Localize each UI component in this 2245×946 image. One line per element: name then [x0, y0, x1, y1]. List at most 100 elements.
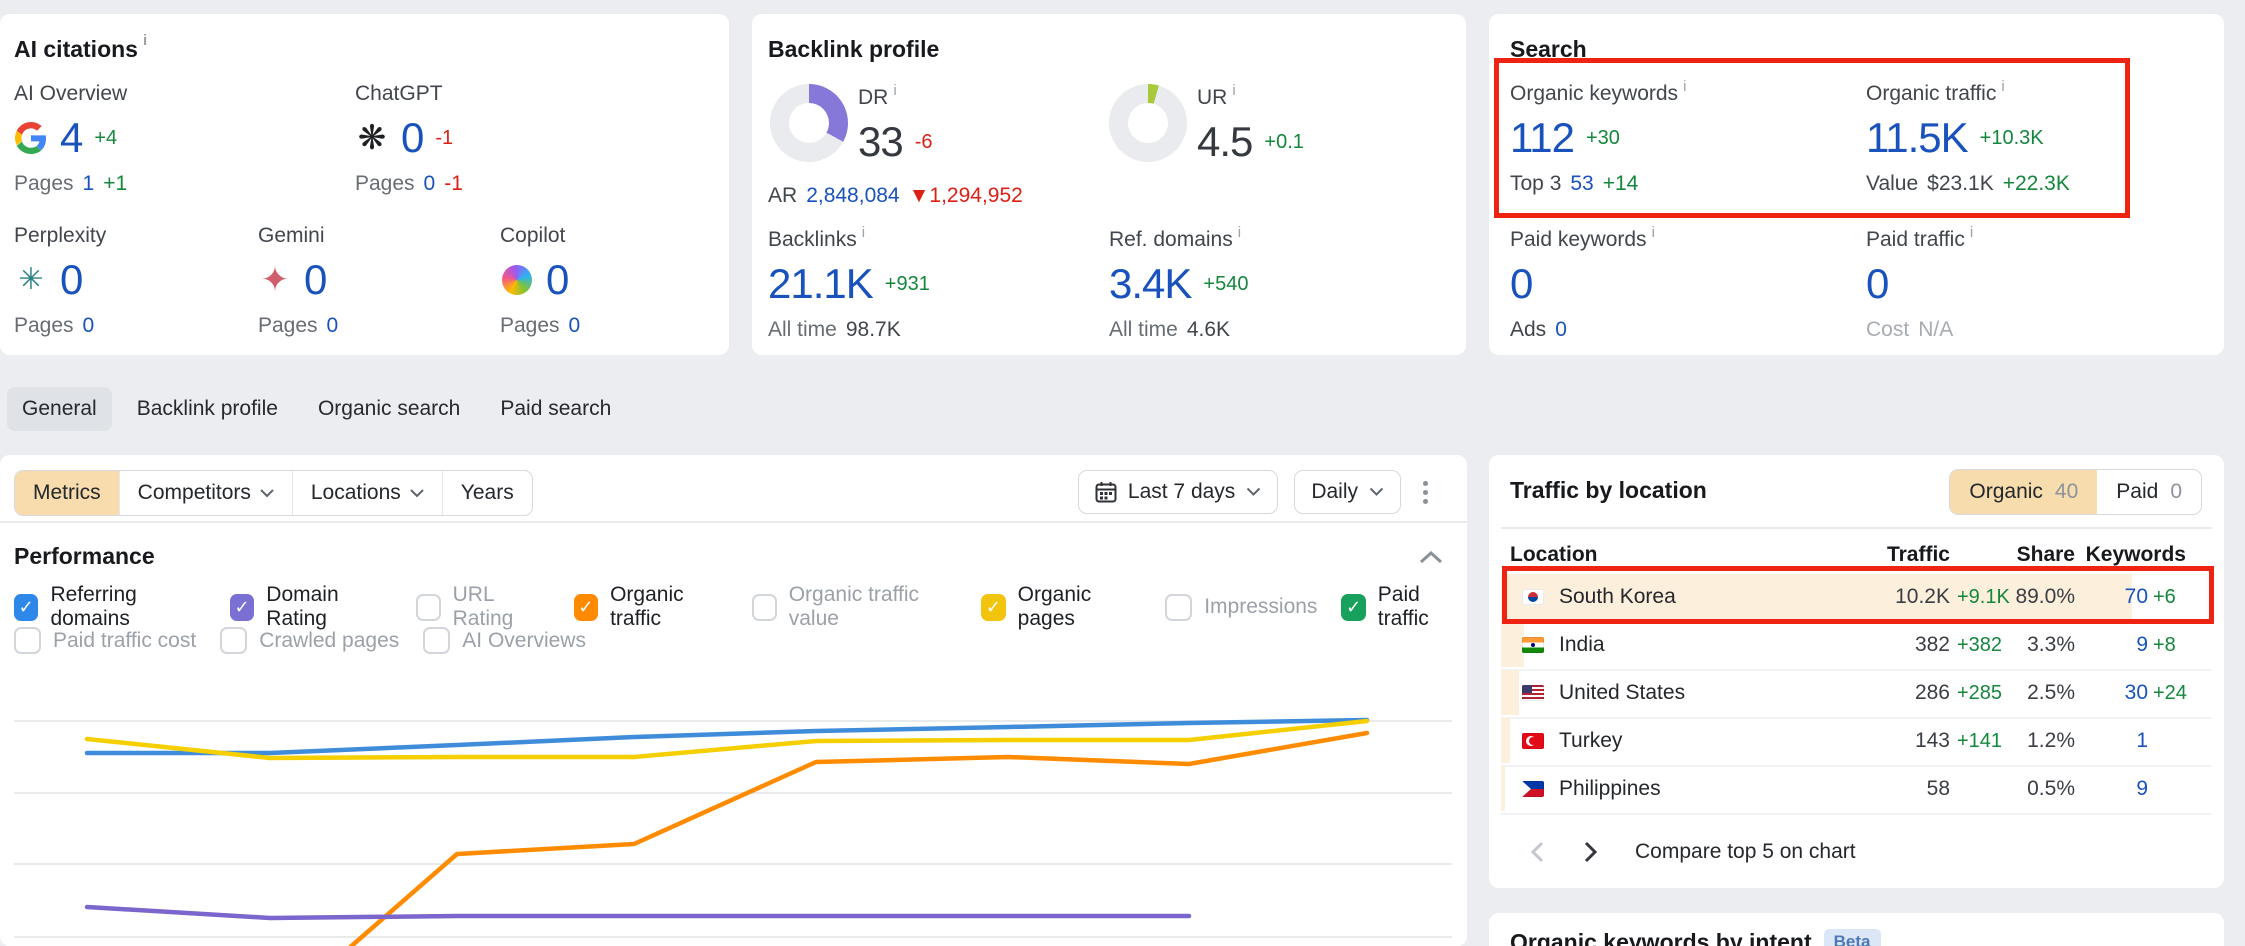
- checkbox-crawled-pages[interactable]: Crawled pages: [220, 627, 399, 654]
- performance-line-chart[interactable]: [0, 697, 1467, 946]
- granularity-button[interactable]: Daily: [1294, 470, 1401, 514]
- location-row-turkey[interactable]: Turkey 143 +141 1.2% 1: [1501, 717, 2212, 767]
- location-row-united-states[interactable]: United States 286 +285 2.5% 30 +24: [1501, 669, 2212, 719]
- info-icon: [1652, 224, 1655, 241]
- ar-delta: ▼1,294,952: [909, 184, 1023, 208]
- search-block-value[interactable]: 0: [1866, 260, 1888, 308]
- location-keywords[interactable]: 30: [2125, 669, 2148, 717]
- kebab-menu-icon[interactable]: [1417, 475, 1434, 510]
- filter-competitors-button[interactable]: Competitors: [119, 471, 292, 515]
- column-header-traffic: Traffic: [1887, 543, 1950, 567]
- backlink-profile-card: Backlink profile DR 33 -6 AR 2,848,084 ▼…: [752, 14, 1466, 355]
- location-row-india[interactable]: India 382 +382 3.3% 9 +8: [1501, 621, 2212, 671]
- checkbox-organic-traffic[interactable]: ✓ Organic traffic: [574, 583, 728, 631]
- column-header-keywords: Keywords: [2086, 543, 2186, 567]
- checkbox-url-rating[interactable]: URL Rating: [416, 583, 550, 631]
- beta-badge: Beta: [1824, 929, 1881, 946]
- metric-checkbox-row-2: Paid traffic cost Crawled pages AI Overv…: [14, 627, 586, 654]
- chatgpt-icon: ❋: [355, 121, 389, 155]
- tab-organic-search[interactable]: Organic search: [303, 387, 475, 431]
- chart-line-domain-rating: [87, 907, 1189, 918]
- location-keywords[interactable]: 9: [2136, 621, 2148, 669]
- search-block-label: Paid traffic: [1866, 228, 1973, 252]
- info-icon: [862, 224, 865, 241]
- prev-page-icon[interactable]: [1525, 838, 1553, 866]
- toggle-paid-button[interactable]: Paid 0: [2097, 470, 2201, 514]
- checkbox-referring-domains[interactable]: ✓ Referring domains: [14, 583, 206, 631]
- location-traffic-delta: +141: [1957, 717, 2002, 765]
- ai-citations-card: AI citations AI Overview 4+4 Pages1+1 Ch…: [0, 14, 729, 355]
- tab-general[interactable]: General: [7, 387, 112, 431]
- checkbox-box: [14, 627, 41, 654]
- ai-citation-gemini: Gemini ✦0 Pages0: [258, 224, 338, 338]
- filter-years-button[interactable]: Years: [442, 471, 532, 515]
- tab-backlink-profile[interactable]: Backlink profile: [122, 387, 293, 431]
- sub-value: Pages: [500, 314, 560, 338]
- ur-label: UR: [1197, 86, 1304, 110]
- search-block-delta: +30: [1586, 127, 1620, 150]
- ur-donut-chart: [1109, 84, 1187, 162]
- location-traffic-delta: +9.1K: [1957, 573, 2010, 621]
- checkbox-impressions[interactable]: Impressions: [1165, 594, 1317, 621]
- chevron-down-icon: [260, 489, 274, 498]
- checkbox-ai-overviews[interactable]: AI Overviews: [423, 627, 586, 654]
- location-keywords[interactable]: 1: [2136, 717, 2148, 765]
- flag-us-icon: [1522, 685, 1544, 701]
- search-block-paid-keywords: Paid keywords 0 Ads0: [1510, 228, 1655, 342]
- location-traffic-delta: +382: [1957, 621, 2002, 669]
- collapse-section-icon[interactable]: [1418, 549, 1444, 565]
- sub-value: Pages: [14, 172, 74, 196]
- checkbox-box: ✓: [1341, 594, 1365, 621]
- checkbox-box: [1165, 594, 1192, 621]
- sub-value: +14: [1603, 172, 1639, 196]
- date-range-button[interactable]: Last 7 days: [1078, 470, 1278, 514]
- location-row-philippines[interactable]: Philippines 58 0.5% 9: [1501, 765, 2212, 815]
- toggle-organic-button[interactable]: Organic 40: [1950, 470, 2097, 514]
- checkbox-domain-rating[interactable]: ✓ Domain Rating: [230, 583, 392, 631]
- ai-citations-title: AI citations: [14, 36, 147, 63]
- search-block-value[interactable]: 0: [1510, 260, 1532, 308]
- location-keywords-delta: +6: [2153, 573, 2176, 621]
- checkbox-box: [220, 627, 247, 654]
- checkbox-paid-traffic-cost[interactable]: Paid traffic cost: [14, 627, 196, 654]
- sub-value: Pages: [258, 314, 318, 338]
- column-header-location: Location: [1510, 543, 1598, 567]
- checkbox-box: [752, 594, 777, 621]
- location-keywords[interactable]: 70: [2125, 573, 2148, 621]
- ai-citation-value[interactable]: 0: [60, 256, 82, 304]
- location-keywords[interactable]: 9: [2136, 765, 2148, 813]
- ai-citation-label: Gemini: [258, 224, 338, 248]
- ref-domains-label: Ref. domains: [1109, 228, 1248, 252]
- filter-locations-button[interactable]: Locations: [292, 471, 442, 515]
- checkbox-organic-pages[interactable]: ✓ Organic pages: [981, 583, 1141, 631]
- ai-citation-value[interactable]: 0: [304, 256, 326, 304]
- backlinks-alltime: 98.7K: [846, 318, 901, 342]
- search-block-label: Organic traffic: [1866, 82, 2070, 106]
- copilot-icon: [500, 263, 534, 297]
- sub-value: 0: [327, 314, 339, 338]
- next-page-icon[interactable]: [1575, 838, 1603, 866]
- compare-top5-link[interactable]: Compare top 5 on chart: [1635, 830, 1856, 874]
- backlinks-value[interactable]: 21.1K: [768, 260, 873, 308]
- ref-domains-value[interactable]: 3.4K: [1109, 260, 1191, 308]
- search-block-value[interactable]: 112: [1510, 114, 1574, 162]
- search-block-value[interactable]: 11.5K: [1866, 114, 1968, 162]
- info-icon: [893, 82, 896, 99]
- location-keywords-delta: +24: [2153, 669, 2187, 717]
- share-bar: [1501, 718, 1510, 763]
- traffic-by-location-title: Traffic by location: [1510, 477, 1707, 504]
- ar-value[interactable]: 2,848,084: [806, 184, 899, 208]
- checkbox-label: Paid traffic cost: [53, 629, 196, 653]
- ai-citation-value[interactable]: 0: [546, 256, 568, 304]
- location-row-south-korea[interactable]: South Korea 10.2K +9.1K 89.0% 70 +6: [1501, 573, 2212, 623]
- ai-citation-value[interactable]: 4: [60, 114, 82, 162]
- dr-value: 33: [858, 118, 903, 166]
- checkbox-paid-traffic[interactable]: ✓ Paid traffic: [1341, 583, 1467, 631]
- ai-citation-value[interactable]: 0: [401, 114, 423, 162]
- filter-metrics-button[interactable]: Metrics: [15, 471, 119, 515]
- tab-paid-search[interactable]: Paid search: [485, 387, 626, 431]
- ref-domains-delta: +540: [1203, 273, 1248, 296]
- checkbox-organic-traffic-value[interactable]: Organic traffic value: [752, 583, 957, 631]
- location-share: 0.5%: [2027, 765, 2075, 813]
- search-title: Search: [1510, 36, 1587, 63]
